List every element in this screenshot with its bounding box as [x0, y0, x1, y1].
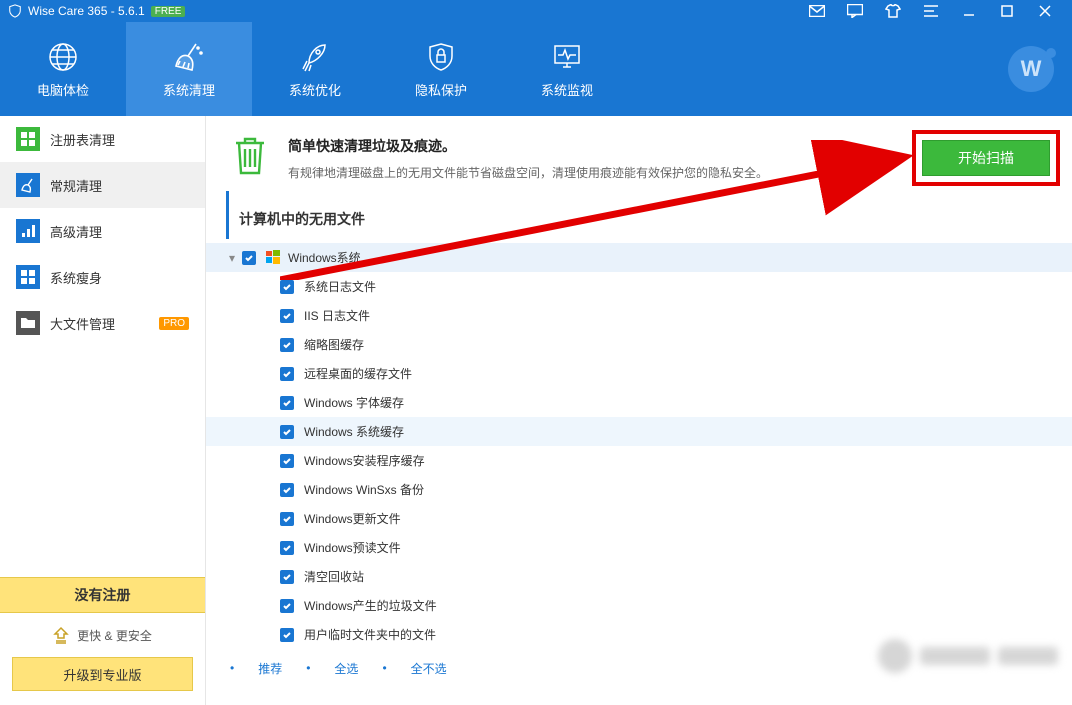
tree-item[interactable]: Windows安装程序缓存 [206, 446, 1072, 475]
scan-highlight-box: 开始扫描 [912, 130, 1060, 186]
tree-item[interactable]: Windows产生的垃圾文件 [206, 591, 1072, 620]
close-button[interactable] [1026, 0, 1064, 22]
caret-down-icon: ▾ [226, 251, 238, 265]
tshirt-icon[interactable] [874, 0, 912, 22]
sidebar-item-advanced-cleaner[interactable]: 高级清理 [0, 208, 205, 254]
lock-shield-icon [424, 40, 458, 74]
checkbox[interactable] [280, 599, 294, 613]
free-badge: FREE [151, 6, 186, 17]
tree-item[interactable]: Windows 系统缓存 [206, 417, 1072, 446]
tab-system-tuneup[interactable]: 系统优化 [252, 22, 378, 116]
checkbox[interactable] [280, 454, 294, 468]
mail-icon[interactable] [798, 0, 836, 22]
checkbox[interactable] [280, 512, 294, 526]
tab-system-cleanup[interactable]: 系统清理 [126, 22, 252, 116]
footer-link-select-all[interactable]: 全选 [334, 660, 358, 677]
rocket-icon [298, 40, 332, 74]
minimize-button[interactable] [950, 0, 988, 22]
tree-item[interactable]: 用户临时文件夹中的文件 [206, 620, 1072, 649]
main-title: 简单快速清理垃圾及痕迹。 [288, 136, 768, 156]
sidebar-item-system-slimming[interactable]: 系统瘦身 [0, 254, 205, 300]
upgrade-info: 更快 & 更安全 [0, 613, 205, 657]
sidebar-item-common-cleaner[interactable]: 常规清理 [0, 162, 205, 208]
broom-small-icon [16, 173, 40, 197]
tree-item[interactable]: 系统日志文件 [206, 272, 1072, 301]
checkbox[interactable] [280, 396, 294, 410]
tree-group-windows-system[interactable]: ▾Windows系统 [206, 243, 1072, 272]
folder-icon [16, 311, 40, 335]
app-shield-icon [8, 4, 22, 18]
app-title: Wise Care 365 - 5.6.1 [28, 4, 145, 18]
globe-icon [46, 40, 80, 74]
user-avatar[interactable]: W [1008, 46, 1054, 92]
checkbox[interactable] [280, 425, 294, 439]
advanced-icon [16, 219, 40, 243]
start-scan-button[interactable]: 开始扫描 [922, 140, 1050, 176]
tree-item[interactable]: 远程桌面的缓存文件 [206, 359, 1072, 388]
trash-icon [230, 136, 270, 176]
checkbox[interactable] [280, 280, 294, 294]
tree-item[interactable]: Windows预读文件 [206, 533, 1072, 562]
checkbox[interactable] [280, 628, 294, 642]
tab-pc-checkup[interactable]: 电脑体检 [0, 22, 126, 116]
checkbox[interactable] [242, 251, 256, 265]
sidebar-item-registry-cleaner[interactable]: 注册表清理 [0, 116, 205, 162]
registry-icon [16, 127, 40, 151]
main-subtitle: 有规律地清理磁盘上的无用文件能节省磁盘空间，清理使用痕迹能有效保护您的隐私安全。 [288, 164, 768, 181]
slim-icon [16, 265, 40, 289]
maximize-button[interactable] [988, 0, 1026, 22]
sidebar-item-big-file-manager[interactable]: 大文件管理 PRO [0, 300, 205, 346]
tree-item[interactable]: 缩略图缓存 [206, 330, 1072, 359]
tab-privacy-protection[interactable]: 隐私保护 [378, 22, 504, 116]
footer-link-select-none[interactable]: 全不选 [411, 660, 447, 677]
pro-badge: PRO [159, 317, 189, 330]
footer-link-recommend[interactable]: 推荐 [258, 660, 282, 677]
tree-item[interactable]: 清空回收站 [206, 562, 1072, 591]
checkbox[interactable] [280, 309, 294, 323]
checkbox[interactable] [280, 570, 294, 584]
checkbox[interactable] [280, 483, 294, 497]
checkbox[interactable] [280, 338, 294, 352]
broom-icon [172, 40, 206, 74]
menu-icon[interactable] [912, 0, 950, 22]
tab-system-monitor[interactable]: 系统监视 [504, 22, 630, 116]
monitor-pulse-icon [550, 40, 584, 74]
checkbox[interactable] [280, 367, 294, 381]
upgrade-button[interactable]: 升级到专业版 [12, 657, 193, 691]
section-title: 计算机中的无用文件 [226, 191, 1072, 239]
not-registered-banner: 没有注册 [0, 577, 205, 613]
tree-item[interactable]: Windows 字体缓存 [206, 388, 1072, 417]
tree-item[interactable]: Windows更新文件 [206, 504, 1072, 533]
message-icon[interactable] [836, 0, 874, 22]
windows-logo-icon [266, 250, 282, 266]
tree-item[interactable]: IIS 日志文件 [206, 301, 1072, 330]
checkbox[interactable] [280, 541, 294, 555]
tree-item[interactable]: Windows WinSxs 备份 [206, 475, 1072, 504]
